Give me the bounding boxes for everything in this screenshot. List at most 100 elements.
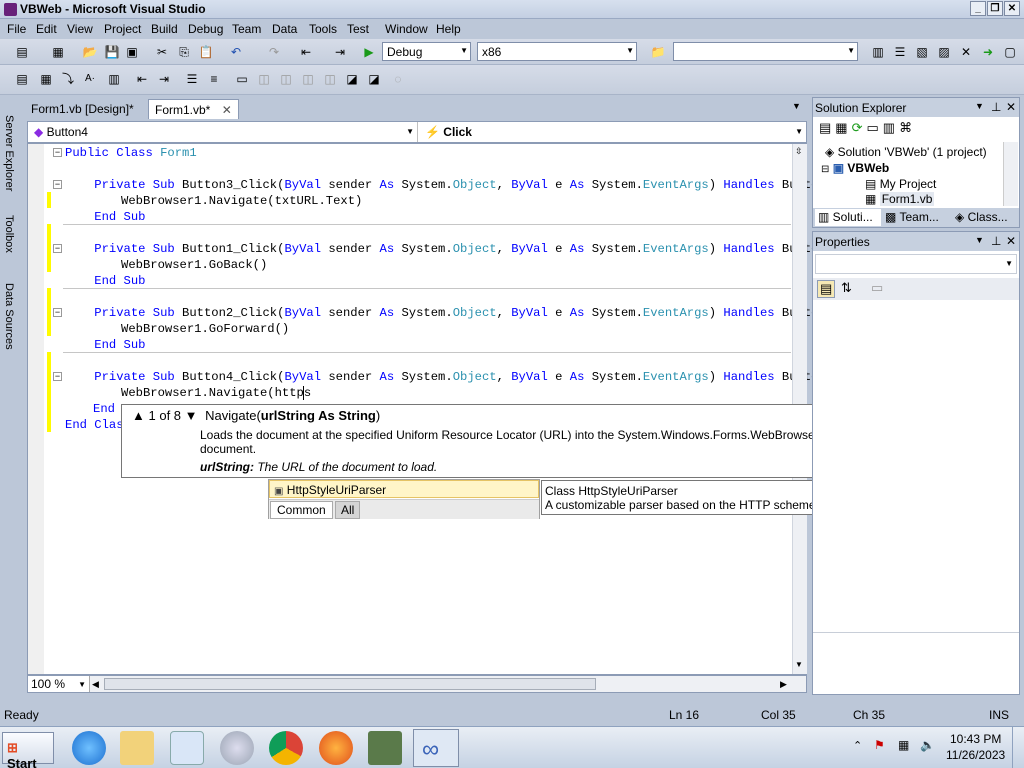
scroll-down-arrow-icon[interactable]: ▼ (795, 660, 803, 669)
tree-item-my-project[interactable]: ▤ My Project (865, 177, 936, 191)
chrome-grey-icon[interactable] (220, 731, 254, 765)
pin-icon[interactable]: ⊥ (991, 234, 1001, 248)
previous-bookmark-doc-icon[interactable]: ◪ (344, 71, 360, 87)
cut-icon[interactable]: ✂ (154, 44, 170, 60)
zoom-dropdown[interactable]: 100 % ▼ (28, 676, 90, 692)
visual-studio-taskbar-button[interactable]: ∞ (413, 729, 459, 767)
tab-form1-code[interactable]: Form1.vb* ✕ (148, 99, 239, 119)
data-sources-tab[interactable]: Data Sources (3, 283, 15, 350)
display-word-completion-icon[interactable]: ▥ (106, 71, 122, 87)
decrease-indent-icon[interactable]: ⇤ (134, 71, 150, 87)
find-combo[interactable]: ▼ (673, 42, 858, 61)
comment-lines-icon[interactable]: ☰ (184, 71, 200, 87)
panel-menu-chevron-icon[interactable]: ▼ (975, 101, 984, 111)
menu-help[interactable]: Help (436, 22, 461, 36)
uncomment-lines-icon[interactable]: ≡ (206, 71, 222, 87)
horizontal-scroll-thumb[interactable] (104, 678, 596, 690)
next-bookmark-icon[interactable]: ◫ (278, 71, 294, 87)
clear-bookmarks-icon[interactable]: ◌ (390, 71, 406, 87)
close-panel-icon[interactable]: ✕ (1006, 234, 1016, 248)
menu-tools[interactable]: Tools (309, 22, 337, 36)
tab-form1-design[interactable]: Form1.vb [Design]* (25, 99, 140, 119)
toolbox-tab[interactable]: Toolbox (3, 215, 15, 253)
copy-icon[interactable]: ⎘ (176, 44, 192, 60)
complete-word-icon[interactable]: A· (82, 71, 98, 87)
previous-bookmark-folder-icon[interactable]: ◫ (300, 71, 316, 87)
view-designer-icon[interactable]: ▥ (883, 120, 899, 135)
redo-icon[interactable]: ↷ (266, 44, 282, 60)
tab-solution-explorer[interactable]: ▥ Soluti... (815, 209, 881, 226)
internet-explorer-icon[interactable] (72, 731, 106, 765)
solution-configuration-dropdown[interactable]: Debug ▼ (382, 42, 471, 61)
object-selector-dropdown[interactable]: ▼ (815, 254, 1017, 274)
scroll-right-arrow-icon[interactable]: ▶ (780, 679, 787, 690)
split-handle-icon[interactable]: ⇳ (795, 146, 803, 157)
close-tab-icon[interactable]: ✕ (222, 103, 232, 117)
collapse-toggle-icon[interactable]: ⊟ (821, 164, 829, 175)
object-browser-icon[interactable]: ▧ (914, 44, 930, 60)
solution-platform-dropdown[interactable]: x86 ▼ (477, 42, 637, 61)
add-item-icon[interactable]: ▦ (50, 44, 66, 60)
toolbox-icon[interactable]: ▨ (936, 44, 952, 60)
menu-file[interactable]: File (7, 22, 26, 36)
navigate-backward-icon[interactable]: ⇤ (298, 44, 314, 60)
tab-all[interactable]: All (335, 501, 361, 519)
intellisense-item-selected[interactable]: ▣ HttpStyleUriParser (269, 480, 539, 498)
categorized-icon[interactable]: ▤ (817, 280, 836, 298)
increase-indent-icon[interactable]: ⇥ (156, 71, 172, 87)
tab-overflow-chevron-icon[interactable]: ▼ (792, 101, 801, 111)
menu-debug[interactable]: Debug (188, 22, 223, 36)
object-member-list-icon[interactable]: ▤ (14, 71, 30, 87)
collapse-toggle[interactable]: − (53, 372, 62, 381)
minimize-button[interactable]: _ (970, 1, 986, 16)
menu-data[interactable]: Data (272, 22, 297, 36)
collapse-toggle[interactable]: − (53, 308, 62, 317)
file-explorer-icon[interactable] (120, 731, 154, 765)
next-bookmark-doc-icon[interactable]: ◪ (366, 71, 382, 87)
paste-icon[interactable]: 📋 (198, 44, 214, 60)
collapse-toggle[interactable]: − (53, 180, 62, 189)
start-debugging-icon[interactable]: ▶ (361, 44, 377, 60)
find-in-files-icon[interactable]: 📁 (650, 44, 666, 60)
method-name-dropdown[interactable]: ⚡ Click ▼ (419, 122, 806, 142)
system-tool-icon[interactable] (368, 731, 402, 765)
server-explorer-tab[interactable]: Server Explorer (3, 115, 15, 191)
close-panel-icon[interactable]: ✕ (1006, 100, 1016, 114)
pin-icon[interactable]: ⊥ (991, 100, 1001, 114)
action-center-icon[interactable]: ⚑ (874, 738, 885, 752)
view-code-icon[interactable]: ▭ (867, 120, 883, 135)
undo-icon[interactable]: ↶ (228, 44, 244, 60)
previous-bookmark-icon[interactable]: ◫ (256, 71, 272, 87)
chrome-icon[interactable] (269, 731, 303, 765)
refresh-icon[interactable]: ⟳ (852, 120, 867, 135)
properties-icon[interactable]: ▤ (819, 120, 835, 135)
solution-explorer-icon[interactable]: ▥ (870, 44, 886, 60)
network-icon[interactable]: ▦ (898, 738, 909, 752)
tools-icon[interactable]: ✕ (958, 44, 974, 60)
overload-down-arrow-icon[interactable]: ▼ (185, 408, 198, 423)
toggle-bookmark-icon[interactable]: ▭ (234, 71, 250, 87)
quick-info-icon[interactable]: ⤵ (60, 71, 76, 87)
clock-date[interactable]: 11/26/2023 (946, 748, 1005, 762)
collapse-toggle[interactable]: − (53, 148, 62, 157)
open-file-icon[interactable]: 📂 (82, 44, 98, 60)
tree-vertical-scrollbar[interactable] (1003, 142, 1018, 206)
new-project-icon[interactable]: ▤ (14, 44, 30, 60)
tab-common[interactable]: Common (270, 501, 333, 519)
restore-button[interactable]: ❐ (987, 1, 1003, 16)
class-name-dropdown[interactable]: ◆ Button4 ▼ (28, 122, 418, 142)
start-button[interactable]: ⊞ Start (2, 732, 54, 768)
menu-build[interactable]: Build (151, 22, 178, 36)
alphabetical-icon[interactable]: ⇅ (841, 280, 852, 296)
parameter-info-icon[interactable]: ▦ (38, 71, 54, 87)
tab-class-view[interactable]: ◈ Class... (955, 210, 1008, 224)
save-all-icon[interactable]: ▣ (124, 44, 140, 60)
show-all-files-icon[interactable]: ▦ (835, 120, 851, 135)
close-button[interactable]: ✕ (1004, 1, 1020, 16)
menu-window[interactable]: Window (385, 22, 428, 36)
clock-time[interactable]: 10:43 PM (950, 732, 1001, 746)
tree-item-solution[interactable]: ◈ Solution 'VBWeb' (1 project) (825, 145, 987, 159)
menu-project[interactable]: Project (104, 22, 141, 36)
property-pages-icon[interactable]: ▭ (871, 280, 883, 296)
panel-menu-chevron-icon[interactable]: ▼ (975, 235, 984, 245)
